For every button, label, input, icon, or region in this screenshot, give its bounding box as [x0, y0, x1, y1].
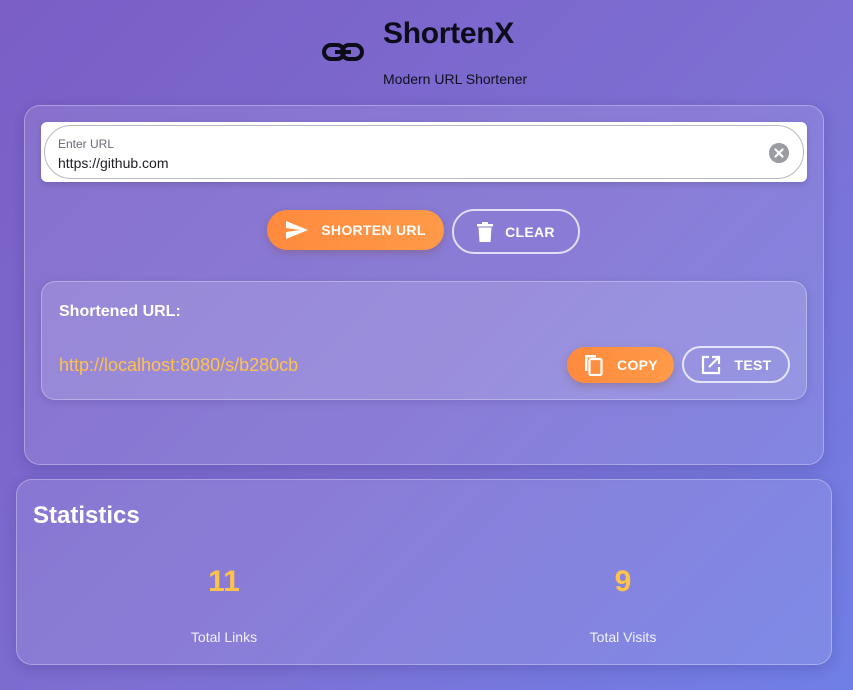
open-in-new-icon	[701, 355, 720, 374]
statistics-title: Statistics	[33, 502, 140, 529]
result-title: Shortened URL:	[59, 303, 181, 320]
shorten-url-label: SHORTEN URL	[321, 222, 426, 238]
total-links-value: 11	[208, 565, 240, 598]
total-visits-value: 9	[614, 565, 632, 598]
short-url-link[interactable]: http://localhost:8080/s/b280cb	[59, 355, 298, 376]
close-circle-icon[interactable]	[769, 143, 789, 163]
copy-label: COPY	[617, 357, 658, 373]
app-subtitle: Modern URL Shortener	[383, 71, 528, 87]
copy-button[interactable]: COPY	[567, 347, 674, 383]
clear-button[interactable]: CLEAR	[452, 209, 580, 254]
send-icon	[286, 221, 309, 239]
trash-icon	[477, 221, 494, 242]
app-title: ShortenX	[383, 17, 514, 50]
app-header: ShortenX Modern URL Shortener	[0, 0, 853, 100]
url-field-outline: Enter URL	[44, 125, 804, 179]
shorten-url-button[interactable]: SHORTEN URL	[267, 210, 444, 250]
link-icon	[322, 43, 364, 61]
test-button[interactable]: TEST	[682, 346, 790, 383]
url-field[interactable]: Enter URL	[41, 122, 807, 182]
clear-label: CLEAR	[505, 223, 555, 240]
copy-icon	[585, 355, 603, 376]
url-field-label: Enter URL	[58, 137, 115, 151]
total-visits-label: Total Visits	[589, 629, 657, 645]
total-links-label: Total Links	[190, 629, 258, 645]
result-panel: Shortened URL: http://localhost:8080/s/b…	[41, 281, 807, 400]
url-input[interactable]	[58, 155, 738, 171]
test-label: TEST	[734, 356, 772, 373]
